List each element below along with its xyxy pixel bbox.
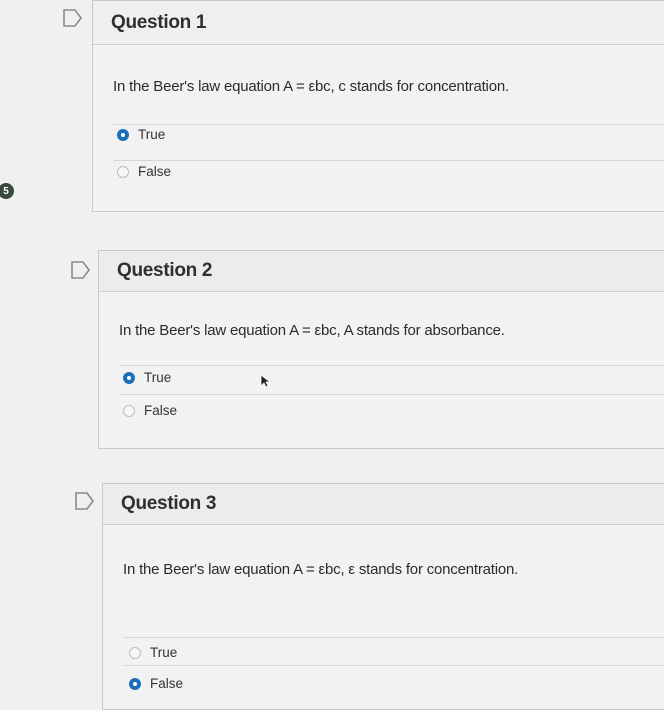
option-false[interactable]: False bbox=[117, 164, 171, 179]
cursor-arrow-icon bbox=[260, 374, 272, 393]
radio-false-selected[interactable] bbox=[129, 677, 141, 690]
flag-question-3-icon[interactable] bbox=[74, 491, 96, 511]
radio-false[interactable] bbox=[123, 404, 135, 417]
question-text: In the Beer's law equation A = εbc, A st… bbox=[119, 322, 505, 339]
question-2: Question 2 In the Beer's law equation A … bbox=[98, 250, 664, 449]
option-false[interactable]: False bbox=[123, 403, 177, 418]
option-true[interactable]: True bbox=[129, 645, 177, 660]
option-true[interactable]: True bbox=[123, 370, 171, 385]
question-1: Question 1 In the Beer's law equation A … bbox=[92, 0, 664, 212]
question-text: In the Beer's law equation A = εbc, ε st… bbox=[123, 561, 519, 578]
question-title: Question 2 bbox=[99, 251, 664, 292]
flag-question-2-icon[interactable] bbox=[70, 260, 92, 280]
option-label: False bbox=[150, 676, 184, 691]
option-label: False bbox=[144, 403, 178, 418]
radio-true-selected[interactable] bbox=[117, 128, 129, 141]
option-label: True bbox=[150, 645, 178, 660]
option-label: False bbox=[138, 164, 172, 179]
question-text: In the Beer's law equation A = εbc, c st… bbox=[113, 78, 509, 95]
radio-true-selected[interactable] bbox=[123, 371, 135, 384]
side-badge: 5 bbox=[0, 183, 14, 199]
radio-false[interactable] bbox=[117, 165, 129, 178]
question-3: Question 3 In the Beer's law equation A … bbox=[102, 483, 664, 710]
option-true[interactable]: True bbox=[117, 127, 165, 142]
option-label: True bbox=[138, 127, 166, 142]
option-label: True bbox=[144, 370, 172, 385]
flag-question-1-icon[interactable] bbox=[62, 8, 84, 28]
radio-true[interactable] bbox=[129, 646, 141, 659]
option-false[interactable]: False bbox=[129, 676, 183, 691]
question-title: Question 3 bbox=[103, 484, 664, 525]
question-title: Question 1 bbox=[93, 1, 664, 45]
